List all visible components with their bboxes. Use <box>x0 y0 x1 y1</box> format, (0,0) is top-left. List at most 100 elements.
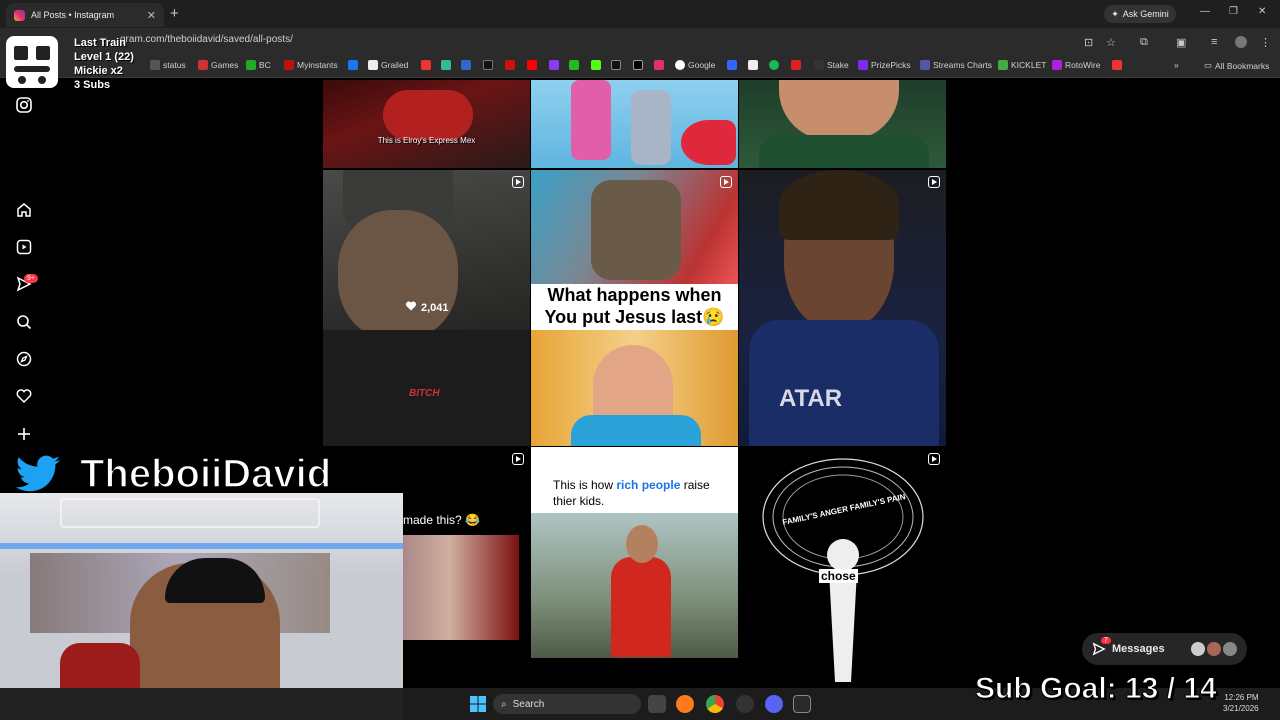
messages-badge: 7 <box>1101 637 1111 644</box>
kick-icon[interactable] <box>591 60 601 70</box>
sub-goal: Sub Goal: 13 / 14 <box>975 672 1218 706</box>
train-label: Last Train <box>74 37 126 49</box>
bookmark-grailed[interactable]: Grailed <box>368 60 408 70</box>
taskbar-search[interactable]: ⌕ Search <box>493 694 641 714</box>
post-jesus-last[interactable]: What happens when You put Jesus last😢 <box>531 170 738 446</box>
post-text-chose: chose <box>819 569 858 583</box>
post-thumbnail <box>779 80 899 140</box>
bookmark-myinstants[interactable]: Myinstants <box>284 60 338 70</box>
message-avatars <box>1191 642 1237 656</box>
post-thumbnail <box>571 80 611 160</box>
minimize-icon[interactable]: — <box>1200 6 1210 17</box>
instagram-logo-icon[interactable] <box>14 95 34 115</box>
bookmark-icon-b[interactable] <box>441 60 451 70</box>
discord-icon[interactable] <box>765 695 783 713</box>
gemini-icon: ✦ <box>1111 8 1119 19</box>
youtube-icon[interactable] <box>527 60 537 70</box>
bookmark-icon-j[interactable] <box>1112 60 1122 70</box>
post-thumbnail <box>762 458 924 682</box>
chrome-icon[interactable] <box>706 695 724 713</box>
extensions-icon[interactable]: ⧉ <box>1140 36 1148 49</box>
notification-badge: 9+ <box>24 274 38 283</box>
new-tab-button[interactable]: + <box>170 5 179 22</box>
app-icon[interactable] <box>736 695 754 713</box>
all-bookmarks-folder[interactable]: ▭ All Bookmarks <box>1204 60 1269 71</box>
post-psg-player[interactable]: ATAR <box>739 170 946 446</box>
clock-date: 3/21/2026 <box>1223 704 1259 713</box>
bookmark-games[interactable]: Games <box>198 60 238 70</box>
bookmark-star-icon[interactable]: ☆ <box>1106 36 1116 49</box>
post-rich-people[interactable]: This is how rich people raise thier kids… <box>531 447 738 688</box>
bookmark-icon-e[interactable] <box>505 60 515 70</box>
x-icon[interactable] <box>633 60 643 70</box>
epic-games-icon[interactable] <box>793 695 811 713</box>
bookmark-streams-charts[interactable]: Streams Charts <box>920 60 992 70</box>
tab-title: All Posts • Instagram <box>31 10 115 20</box>
home-icon[interactable] <box>14 200 34 220</box>
reel-icon <box>512 176 524 188</box>
bookmark-bc[interactable]: BC <box>246 60 271 70</box>
post-caption: made this? 😂 <box>403 513 480 527</box>
taskbar-search-label: Search <box>512 698 545 710</box>
bookmark-status[interactable]: status <box>150 60 186 70</box>
folder-icon: ▭ <box>1204 60 1213 70</box>
bookmark-google[interactable]: Google <box>675 60 715 70</box>
bookmark-icon-f[interactable] <box>549 60 559 70</box>
bookmark-icon-c[interactable] <box>461 60 471 70</box>
reels-icon[interactable] <box>14 237 34 257</box>
post-caption: This is Elroy's Express Mex <box>377 136 476 145</box>
menu-icon[interactable]: ⋮ <box>1260 36 1271 49</box>
bookmark-icon-a[interactable] <box>421 60 431 70</box>
clock-time: 12:26 PM <box>1224 693 1259 702</box>
explore-icon[interactable] <box>14 349 34 369</box>
bookmark-icon-g[interactable] <box>569 60 579 70</box>
chevron-right-icon[interactable]: » <box>1174 60 1179 70</box>
post-elroy[interactable]: This is Elroy's Express Mex <box>323 80 530 168</box>
bookmark-rotowire[interactable]: RotoWire <box>1052 60 1100 70</box>
taskbar-clock[interactable]: 12:26 PM 3/21/2026 <box>1223 692 1259 714</box>
tiktok-icon[interactable] <box>611 60 621 70</box>
start-icon[interactable] <box>469 695 487 713</box>
train-multiplier: Mickie x2 <box>74 65 123 77</box>
restore-icon[interactable]: ❐ <box>1229 6 1238 17</box>
post-family-anger[interactable]: FAMILY'S ANGER FAMILY'S PAIN chose <box>739 447 946 688</box>
media-icon[interactable]: ≡ <box>1211 36 1217 48</box>
like-count: 2,041 <box>405 300 449 315</box>
install-icon[interactable]: ⊡ <box>1084 36 1093 49</box>
reel-icon <box>720 453 732 465</box>
reel-icon <box>928 453 940 465</box>
post-thumbnail <box>383 90 473 140</box>
ask-gemini-button[interactable]: ✦ Ask Gemini <box>1104 5 1176 23</box>
ask-gemini-label: Ask Gemini <box>1122 9 1169 19</box>
bookmarks-bar: status Games BC Myinstants Grailed Googl… <box>0 56 1280 78</box>
tab-close-icon[interactable]: ✕ <box>147 9 156 22</box>
facebook-icon[interactable] <box>348 60 358 70</box>
post-green-shirt[interactable] <box>739 80 946 168</box>
bookmark-icon-h[interactable] <box>727 60 737 70</box>
post-made-this[interactable]: made this? 😂 <box>403 447 530 688</box>
bookmark-kicklet[interactable]: KICKLET <box>998 60 1046 70</box>
close-window-icon[interactable]: ✕ <box>1258 6 1266 17</box>
heart-icon[interactable] <box>14 386 34 406</box>
url-field[interactable]: gram.com/theboiidavid/saved/all-posts/ <box>120 34 293 45</box>
firefox-icon[interactable] <box>676 695 694 713</box>
bookmark-icon-i[interactable] <box>791 60 801 70</box>
bookmark-icon-d[interactable] <box>483 60 493 70</box>
instagram-bookmark-icon[interactable] <box>654 60 664 70</box>
profile-avatar[interactable] <box>1235 36 1247 48</box>
instagram-favicon-icon <box>14 9 25 21</box>
reel-icon <box>512 453 524 465</box>
bookmark-stake[interactable]: Stake <box>814 60 849 70</box>
sidepanel-icon[interactable]: ▣ <box>1176 36 1186 49</box>
amazon-icon[interactable] <box>748 60 758 70</box>
bookmark-prizepicks[interactable]: PrizePicks <box>858 60 911 70</box>
search-icon[interactable] <box>14 312 34 332</box>
train-subs: 3 Subs <box>74 79 111 91</box>
train-icon <box>6 36 58 88</box>
address-bar: gram.com/theboiidavid/saved/all-posts/ ⊡… <box>0 28 1280 56</box>
create-plus-icon[interactable] <box>14 424 34 444</box>
task-view-icon[interactable] <box>648 695 666 713</box>
tab-instagram[interactable]: All Posts • Instagram ✕ <box>6 3 164 27</box>
spotify-icon[interactable] <box>769 60 779 70</box>
post-zootopia[interactable] <box>531 80 738 168</box>
